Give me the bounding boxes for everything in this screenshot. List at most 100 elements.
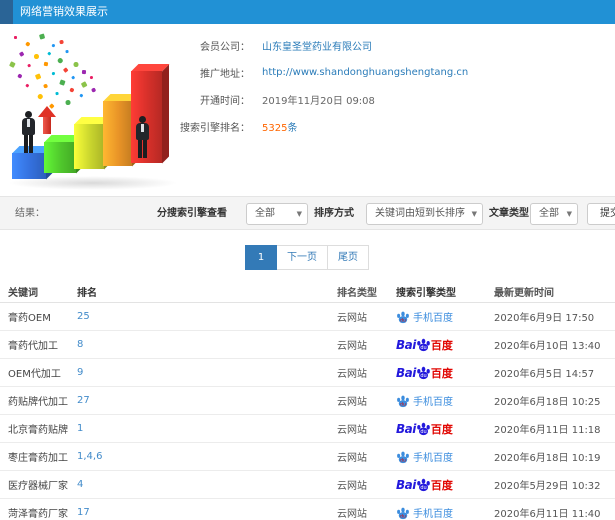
confetti-dot xyxy=(69,87,75,93)
confetti-dot xyxy=(65,49,69,53)
cell-rank-type: 云网站 xyxy=(337,453,367,464)
svg-text:du: du xyxy=(400,401,406,407)
cell-engine-type: Bai du 百度 xyxy=(396,421,494,437)
page-button-next[interactable]: 下一页 xyxy=(276,245,328,270)
header-rank-type: 排名类型 xyxy=(337,288,377,299)
sort-filter-label: 排序方式 xyxy=(314,208,354,219)
cell-keyword: 医疗器械厂家 xyxy=(8,481,68,492)
article-type-label: 文章类型 xyxy=(489,208,529,219)
cell-rank-type: 云网站 xyxy=(337,481,367,492)
confetti-dot xyxy=(81,81,88,88)
baidu-paw-icon: du xyxy=(397,451,409,463)
confetti-dot xyxy=(39,33,46,40)
cell-engine-type: du 手机百度 xyxy=(396,449,494,464)
confetti-dot xyxy=(33,53,39,59)
chart-bar-3 xyxy=(103,101,132,166)
confetti-dot xyxy=(55,91,59,95)
confetti-dot xyxy=(59,79,66,86)
cell-rank-link[interactable]: 1 xyxy=(77,423,337,434)
cell-engine-type: du 手机百度 xyxy=(396,505,494,520)
baidu-logo: Bai du 百度 xyxy=(396,365,453,380)
table-row-2: OEM代加工 9 云网站 Bai du 百度 2020年6月5日 14:57 xyxy=(0,359,615,387)
cell-keyword: 膏药代加工 xyxy=(8,341,58,352)
page-title: 网络营销效果展示 xyxy=(20,5,108,18)
chart-bar-2 xyxy=(74,124,104,169)
confetti-dot xyxy=(79,93,83,97)
ranking-table: 关键词 排名 排名类型 搜索引擎类型 最新更新时间 膏药OEM 25 云网站 du … xyxy=(0,281,615,520)
cell-rank-link[interactable]: 17 xyxy=(77,507,337,518)
cell-rank-link[interactable]: 27 xyxy=(77,395,337,406)
cell-updated: 2020年6月11日 11:18 xyxy=(494,425,601,436)
title-bar-accent-strip xyxy=(0,0,13,24)
engine-filter-label: 分搜索引擎查看 xyxy=(157,208,227,219)
mobile-baidu-badge: du 手机百度 xyxy=(396,393,453,408)
chart-bar-0 xyxy=(12,153,46,179)
cell-keyword: 枣庄膏药加工 xyxy=(8,453,68,464)
confetti-dot xyxy=(35,73,42,80)
confetti-dot xyxy=(25,83,29,87)
cell-keyword: 膏药OEM xyxy=(8,313,51,324)
confetti-dot xyxy=(27,63,31,67)
info-value[interactable]: http://www.shandonghuangshengtang.cn xyxy=(262,67,468,78)
info-row-0: 会员公司： 山东皇圣堂药业有限公司 xyxy=(160,32,610,59)
cell-rank-link[interactable]: 25 xyxy=(77,311,337,322)
baidu-logo: Bai du 百度 xyxy=(396,337,453,352)
confetti-dot xyxy=(25,41,31,47)
cell-rank-type: 云网站 xyxy=(337,425,367,436)
confetti-dot xyxy=(51,71,55,75)
table-row-7: 菏泽膏药厂家 17 云网站 du 手机百度 2020年6月11日 11:40 xyxy=(0,499,615,520)
svg-text:du: du xyxy=(420,373,426,379)
cell-keyword: 北京膏药贴牌 xyxy=(8,425,68,436)
baidu-paw-icon: du xyxy=(417,366,430,379)
info-value: 2019年11月20日 09:08 xyxy=(262,96,375,107)
baidu-paw-icon: du xyxy=(397,507,409,519)
page-button-last[interactable]: 尾页 xyxy=(327,245,369,270)
cell-keyword: 药贴牌代加工 xyxy=(8,397,68,408)
sort-filter-select[interactable]: 关键词由短到长排序 ▼ xyxy=(366,203,483,225)
cell-rank-type: 云网站 xyxy=(337,397,367,408)
submit-button[interactable]: 提交 xyxy=(587,203,615,225)
header-rank: 排名 xyxy=(77,288,97,299)
confetti-dot xyxy=(73,61,79,67)
table-row-3: 药贴牌代加工 27 云网站 du 手机百度 2020年6月18日 10:25 xyxy=(0,387,615,415)
mobile-baidu-badge: du 手机百度 xyxy=(396,505,453,520)
engine-filter-select[interactable]: 全部 ▼ xyxy=(246,203,308,225)
confetti-dot xyxy=(65,99,71,105)
confetti-dot xyxy=(43,61,48,66)
ranking-count-unit: 条 xyxy=(287,123,298,134)
header-keyword: 关键词 xyxy=(8,288,38,299)
baidu-logo: Bai du 百度 xyxy=(396,421,453,436)
info-value: 5325条 xyxy=(262,119,297,134)
header-engine-type: 搜索引擎类型 xyxy=(396,288,456,299)
mobile-baidu-badge: du 手机百度 xyxy=(396,449,453,464)
cell-updated: 2020年6月18日 10:19 xyxy=(494,453,601,464)
info-label: 会员公司： xyxy=(200,42,250,53)
page-button-current[interactable]: 1 xyxy=(245,245,277,270)
article-type-select[interactable]: 全部 ▼ xyxy=(530,203,578,225)
cell-rank-type: 云网站 xyxy=(337,313,367,324)
table-row-4: 北京膏药贴牌 1 云网站 Bai du 百度 2020年6月11日 11:18 xyxy=(0,415,615,443)
cell-rank-link[interactable]: 4 xyxy=(77,479,337,490)
info-row-3: 搜索引擎排名： 5325条 xyxy=(160,113,610,140)
member-info-panel: 会员公司： 山东皇圣堂药业有限公司 推广地址： http://www.shandong… xyxy=(160,32,610,140)
svg-text:du: du xyxy=(420,429,426,435)
confetti-dot xyxy=(43,83,48,88)
cell-rank-link[interactable]: 8 xyxy=(77,339,337,350)
confetti-dot xyxy=(57,57,64,64)
baidu-paw-icon: du xyxy=(397,395,409,407)
cell-rank-type: 云网站 xyxy=(337,341,367,352)
baidu-logo: Bai du 百度 xyxy=(396,477,453,492)
cell-updated: 2020年6月9日 17:50 xyxy=(494,313,595,324)
confetti-dot xyxy=(19,51,25,57)
confetti-dot xyxy=(37,93,44,100)
cell-updated: 2020年5月29日 10:32 xyxy=(494,481,601,492)
chevron-down-icon: ▼ xyxy=(296,210,302,218)
cell-rank-link[interactable]: 1,4,6 xyxy=(77,451,337,462)
chevron-down-icon: ▼ xyxy=(566,210,572,218)
filter-bar: 结果： 分搜索引擎查看 全部 ▼ 排序方式 关键词由短到长排序 ▼ 文章类型 全… xyxy=(0,196,615,230)
cell-rank-type: 云网站 xyxy=(337,509,367,520)
info-value[interactable]: 山东皇圣堂药业有限公司 xyxy=(262,38,372,53)
cell-rank-link[interactable]: 9 xyxy=(77,367,337,378)
mobile-baidu-badge: du 手机百度 xyxy=(396,309,453,324)
confetti-dot xyxy=(91,87,97,93)
